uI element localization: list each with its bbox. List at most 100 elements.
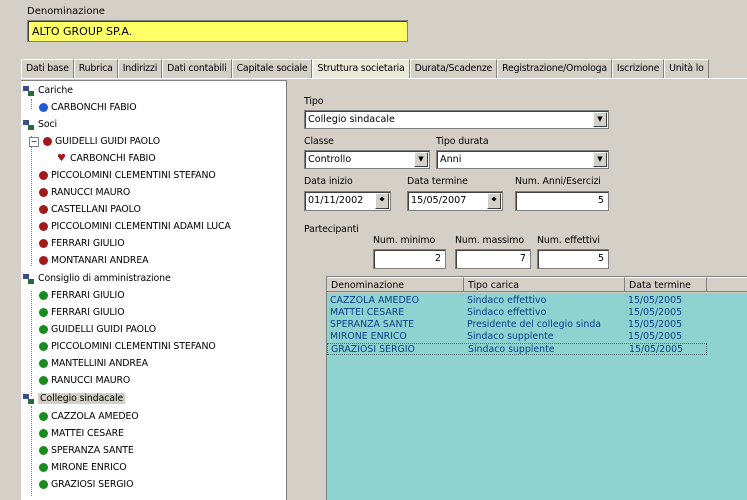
tree-item[interactable]: PICCOLOMINI CLEMENTINI ADAMI LUCA bbox=[39, 219, 231, 235]
tipo-select[interactable]: Collegio sindacale ▼ bbox=[304, 110, 609, 129]
num-massimo-label: Num. massimo bbox=[455, 235, 524, 246]
tipo-durata-label: Tipo durata bbox=[436, 136, 489, 147]
tree-item-label: CAZZOLA AMEDEO bbox=[51, 411, 139, 422]
tree-group-label: Soci bbox=[38, 119, 58, 130]
person-icon bbox=[39, 239, 48, 248]
column-header[interactable]: Data termine bbox=[625, 277, 707, 292]
tree-item-label: PICCOLOMINI CLEMENTINI STEFANO bbox=[51, 170, 216, 181]
tree-group-label: Consiglio di amministrazione bbox=[38, 273, 171, 284]
tree-item[interactable]: CASTELLANI PAOLO bbox=[39, 202, 141, 218]
person-icon bbox=[39, 291, 48, 300]
num-minimo-label: Num. minimo bbox=[373, 235, 436, 246]
num-minimo-field[interactable]: 2 bbox=[373, 249, 446, 269]
tree-item[interactable]: CAZZOLA AMEDEO bbox=[39, 409, 139, 425]
tree-item[interactable]: FERRARI GIULIO bbox=[39, 288, 125, 304]
chevron-down-icon[interactable]: ▼ bbox=[414, 152, 428, 167]
tree-item[interactable]: MATTEI CESARE bbox=[39, 426, 124, 442]
tree-item[interactable]: MIRONE ENRICO bbox=[39, 460, 127, 476]
tree-item[interactable]: FERRARI GIULIO bbox=[39, 305, 125, 321]
tab-unita-locali[interactable]: Unità lo bbox=[664, 59, 709, 78]
data-inizio-field[interactable]: 01/11/2002 ⯁ bbox=[304, 191, 391, 211]
person-icon bbox=[39, 205, 48, 214]
tree-item[interactable]: FERRARI GIULIO bbox=[39, 236, 125, 252]
tab-capitale-sociale[interactable]: Capitale sociale bbox=[231, 59, 313, 78]
calendar-spin-icon[interactable]: ⯁ bbox=[375, 193, 389, 209]
data-termine-field[interactable]: 15/05/2007 ⯁ bbox=[407, 191, 503, 211]
cell-data-termine: 15/05/2005 bbox=[629, 344, 684, 355]
tree-item-label: FERRARI GIULIO bbox=[51, 238, 125, 249]
column-header[interactable]: Denominazione bbox=[327, 277, 464, 292]
person-icon bbox=[39, 171, 48, 180]
table-row[interactable]: MATTEI CESARE Sindaco effettivo 15/05/20… bbox=[327, 307, 747, 319]
num-effettivi-field[interactable]: 5 bbox=[537, 249, 609, 269]
cell-denominazione: MIRONE ENRICO bbox=[330, 331, 407, 342]
cell-denominazione: SPERANZA SANTE bbox=[330, 319, 415, 330]
table-row[interactable]: MIRONE ENRICO Sindaco supplente 15/05/20… bbox=[327, 331, 747, 343]
cell-data-termine: 15/05/2005 bbox=[628, 331, 683, 342]
tree-item-label: FERRARI GIULIO bbox=[51, 290, 125, 301]
main-window: Denominazione ALTO GROUP SP.A. Dati base… bbox=[21, 0, 747, 500]
tree-item-label: PICCOLOMINI CLEMENTINI STEFANO bbox=[51, 341, 216, 352]
tab-iscrizione[interactable]: Iscrizione bbox=[611, 59, 665, 78]
tab-dati-base[interactable]: Dati base bbox=[21, 59, 74, 78]
tree-group-collegio[interactable]: Collegio sindacale bbox=[23, 391, 126, 407]
person-icon bbox=[39, 188, 48, 197]
tree-connector bbox=[31, 99, 32, 109]
column-header[interactable]: Tipo carica bbox=[464, 277, 625, 292]
tree-item[interactable]: MONTANARI ANDREA bbox=[39, 253, 149, 269]
tree-item[interactable]: − GUIDELLI GUIDI PAOLO bbox=[29, 134, 160, 150]
person-icon bbox=[39, 429, 48, 438]
num-anni-field[interactable]: 5 bbox=[515, 191, 609, 211]
person-icon bbox=[39, 222, 48, 231]
person-icon bbox=[39, 256, 48, 265]
tree-item[interactable]: ♥ CARBONCHI FABIO bbox=[57, 151, 156, 167]
collapse-icon[interactable]: − bbox=[29, 136, 39, 147]
num-anni-label: Num. Anni/Esercizi bbox=[515, 176, 601, 187]
tree-item[interactable]: GUIDELLI GUIDI PAOLO bbox=[39, 322, 156, 338]
tab-rubrica[interactable]: Rubrica bbox=[73, 59, 118, 78]
tree-item[interactable]: RANUCCI MAURO bbox=[39, 373, 130, 389]
tree-item[interactable]: RANUCCI MAURO bbox=[39, 185, 130, 201]
tab-struttura-societaria[interactable]: Struttura societaria bbox=[312, 59, 410, 78]
tree-item[interactable]: GRAZIOSI SERGIO bbox=[39, 477, 133, 493]
tree-connector bbox=[31, 291, 32, 396]
tree-item[interactable]: PICCOLOMINI CLEMENTINI STEFANO bbox=[39, 339, 216, 355]
tipo-label: Tipo bbox=[304, 96, 324, 107]
tree-item-label: FERRARI GIULIO bbox=[51, 307, 125, 318]
data-termine-value: 15/05/2007 bbox=[411, 195, 467, 206]
tab-indirizzi[interactable]: Indirizzi bbox=[117, 59, 163, 78]
structure-tree[interactable]: Cariche CARBONCHI FABIO Soci − GUIDELLI G… bbox=[21, 80, 287, 500]
tree-item-label: SPERANZA SANTE bbox=[51, 445, 134, 456]
classe-select[interactable]: Controllo ▼ bbox=[304, 150, 430, 169]
tree-item-label: MANTELLINI ANDREA bbox=[51, 358, 148, 369]
tree-item[interactable]: CARBONCHI FABIO bbox=[39, 100, 137, 116]
tree-item-label: PICCOLOMINI CLEMENTINI ADAMI LUCA bbox=[51, 221, 231, 232]
tab-registrazione-omologa[interactable]: Registrazione/Omologa bbox=[497, 59, 612, 78]
tree-group-consiglio[interactable]: Consiglio di amministrazione bbox=[23, 271, 171, 287]
table-row-selected[interactable]: GRAZIOSI SERGIO Sindaco supplente 15/05/… bbox=[327, 343, 707, 355]
tree-item[interactable]: SPERANZA SANTE bbox=[39, 443, 134, 459]
tree-group-cariche[interactable]: Cariche bbox=[23, 83, 73, 99]
column-header-empty bbox=[707, 277, 747, 292]
num-massimo-field[interactable]: 7 bbox=[455, 249, 531, 269]
person-icon bbox=[43, 137, 52, 146]
tree-item[interactable]: MANTELLINI ANDREA bbox=[39, 356, 148, 372]
cell-denominazione: MATTEI CESARE bbox=[330, 307, 405, 318]
tipo-durata-select[interactable]: Anni ▼ bbox=[436, 150, 609, 169]
chevron-down-icon[interactable]: ▼ bbox=[593, 112, 607, 127]
tab-durata-scadenze[interactable]: Durata/Scadenze bbox=[409, 59, 498, 78]
table-row[interactable]: CAZZOLA AMEDEO Sindaco effettivo 15/05/2… bbox=[327, 295, 747, 307]
tree-group-soci[interactable]: Soci bbox=[23, 117, 57, 133]
tab-divider bbox=[21, 78, 747, 79]
tree-item-label: MONTANARI ANDREA bbox=[51, 255, 149, 266]
tab-dati-contabili[interactable]: Dati contabili bbox=[162, 59, 232, 78]
heart-icon: ♥ bbox=[57, 152, 66, 164]
chevron-down-icon[interactable]: ▼ bbox=[593, 152, 607, 167]
denominazione-field[interactable]: ALTO GROUP SP.A. bbox=[27, 20, 408, 42]
members-grid[interactable]: Denominazione Tipo carica Data termine C… bbox=[326, 276, 747, 500]
table-row[interactable]: SPERANZA SANTE Presidente del collegio s… bbox=[327, 319, 747, 331]
group-icon bbox=[23, 273, 35, 284]
tree-item[interactable]: PICCOLOMINI CLEMENTINI STEFANO bbox=[39, 168, 216, 184]
person-icon bbox=[39, 342, 48, 351]
calendar-spin-icon[interactable]: ⯁ bbox=[487, 193, 501, 209]
